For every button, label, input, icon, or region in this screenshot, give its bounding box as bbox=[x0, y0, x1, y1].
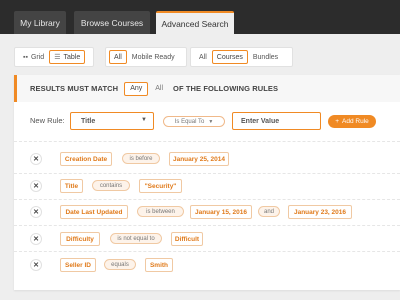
grid-view-button[interactable]: ▪▪ Grid bbox=[18, 50, 49, 64]
rule-value[interactable]: January 15, 2016 bbox=[190, 205, 252, 219]
type-filter: All Courses Bundles bbox=[190, 47, 293, 67]
view-toggle: ▪▪ Grid ☰ Table bbox=[14, 47, 94, 67]
close-icon: ✕ bbox=[33, 183, 39, 190]
rule-value-end[interactable]: January 23, 2016 bbox=[288, 205, 352, 219]
tab-my-library[interactable]: My Library bbox=[14, 11, 66, 34]
courses-button[interactable]: Courses bbox=[211, 50, 248, 64]
rule-value[interactable]: "Security" bbox=[139, 179, 182, 193]
table-label: Table bbox=[63, 53, 81, 61]
match-prefix: RESULTS MUST MATCH bbox=[30, 84, 119, 93]
content-filter: All Mobile Ready bbox=[105, 47, 187, 67]
rule-joiner: and bbox=[258, 206, 280, 217]
remove-rule-button[interactable]: ✕ bbox=[30, 259, 42, 271]
add-rule-button[interactable]: + Add Rule bbox=[328, 115, 376, 128]
rule-value[interactable]: Smith bbox=[145, 258, 173, 272]
rule-operator[interactable]: is before bbox=[122, 153, 160, 164]
rule-operator-select[interactable]: Is Equal To ▼ bbox=[163, 116, 225, 127]
bundles-button[interactable]: Bundles bbox=[248, 50, 283, 64]
rule-row: ✕ Difficulty is not equal to Difficult bbox=[14, 226, 400, 252]
content-all-button[interactable]: All bbox=[109, 50, 127, 64]
rule-row: ✕ Seller ID equals Smith bbox=[14, 252, 400, 278]
chevron-down-icon: ▼ bbox=[141, 117, 147, 123]
close-icon: ✕ bbox=[33, 236, 39, 243]
rule-field[interactable]: Title bbox=[60, 179, 83, 193]
rule-field-select[interactable]: Title ▼ bbox=[70, 112, 154, 130]
top-nav: My Library Browse Courses Advanced Searc… bbox=[0, 0, 400, 34]
rule-operator[interactable]: is not equal to bbox=[110, 233, 162, 244]
rule-row: ✕ Creation Date is before January 25, 20… bbox=[14, 146, 400, 172]
rule-value-input[interactable] bbox=[232, 112, 321, 130]
mobile-ready-button[interactable]: Mobile Ready bbox=[127, 50, 180, 64]
rule-value[interactable]: Difficult bbox=[171, 232, 203, 246]
plus-icon: + bbox=[335, 118, 340, 125]
remove-rule-button[interactable]: ✕ bbox=[30, 233, 42, 245]
rule-field[interactable]: Date Last Updated bbox=[60, 205, 128, 219]
remove-rule-button[interactable]: ✕ bbox=[30, 153, 42, 165]
rule-operator-value: Is Equal To bbox=[174, 118, 205, 125]
filter-bar: ▪▪ Grid ☰ Table All Mobile Ready All Cou… bbox=[14, 47, 400, 67]
rule-row: ✕ Date Last Updated is between January 1… bbox=[14, 199, 400, 225]
rule-field[interactable]: Seller ID bbox=[60, 258, 96, 272]
close-icon: ✕ bbox=[33, 209, 39, 216]
type-all-button[interactable]: All bbox=[194, 50, 212, 64]
table-view-button[interactable]: ☰ Table bbox=[49, 50, 86, 64]
match-bar: RESULTS MUST MATCH Any All OF THE FOLLOW… bbox=[14, 75, 400, 102]
match-any-button[interactable]: Any bbox=[124, 81, 149, 96]
rule-operator[interactable]: is between bbox=[137, 206, 184, 217]
close-icon: ✕ bbox=[33, 156, 39, 163]
new-rule-row: New Rule: Title ▼ Is Equal To ▼ + Add Ru… bbox=[14, 109, 400, 133]
rules-panel: RESULTS MUST MATCH Any All OF THE FOLLOW… bbox=[14, 75, 400, 290]
rule-row: ✕ Title contains "Security" bbox=[14, 173, 400, 199]
close-icon: ✕ bbox=[33, 262, 39, 269]
tab-browse-courses[interactable]: Browse Courses bbox=[74, 11, 150, 34]
rule-field[interactable]: Difficulty bbox=[60, 232, 100, 246]
rule-operator[interactable]: contains bbox=[92, 180, 130, 191]
remove-rule-button[interactable]: ✕ bbox=[30, 206, 42, 218]
match-suffix: OF THE FOLLOWING RULES bbox=[173, 84, 279, 93]
rule-operator[interactable]: equals bbox=[104, 259, 136, 270]
match-all-button[interactable]: All bbox=[151, 82, 167, 96]
add-rule-label: Add Rule bbox=[342, 118, 369, 125]
rule-field-value: Title bbox=[81, 117, 96, 125]
rule-value[interactable]: January 25, 2014 bbox=[169, 152, 229, 166]
divider bbox=[14, 141, 400, 142]
tab-advanced-search[interactable]: Advanced Search bbox=[156, 11, 234, 34]
rule-field[interactable]: Creation Date bbox=[60, 152, 112, 166]
chevron-down-icon: ▼ bbox=[208, 118, 214, 125]
new-rule-label: New Rule: bbox=[30, 116, 65, 125]
grid-icon: ▪▪ bbox=[23, 53, 28, 61]
remove-rule-button[interactable]: ✕ bbox=[30, 180, 42, 192]
grid-label: Grid bbox=[30, 53, 45, 61]
list-icon: ☰ bbox=[54, 54, 61, 61]
